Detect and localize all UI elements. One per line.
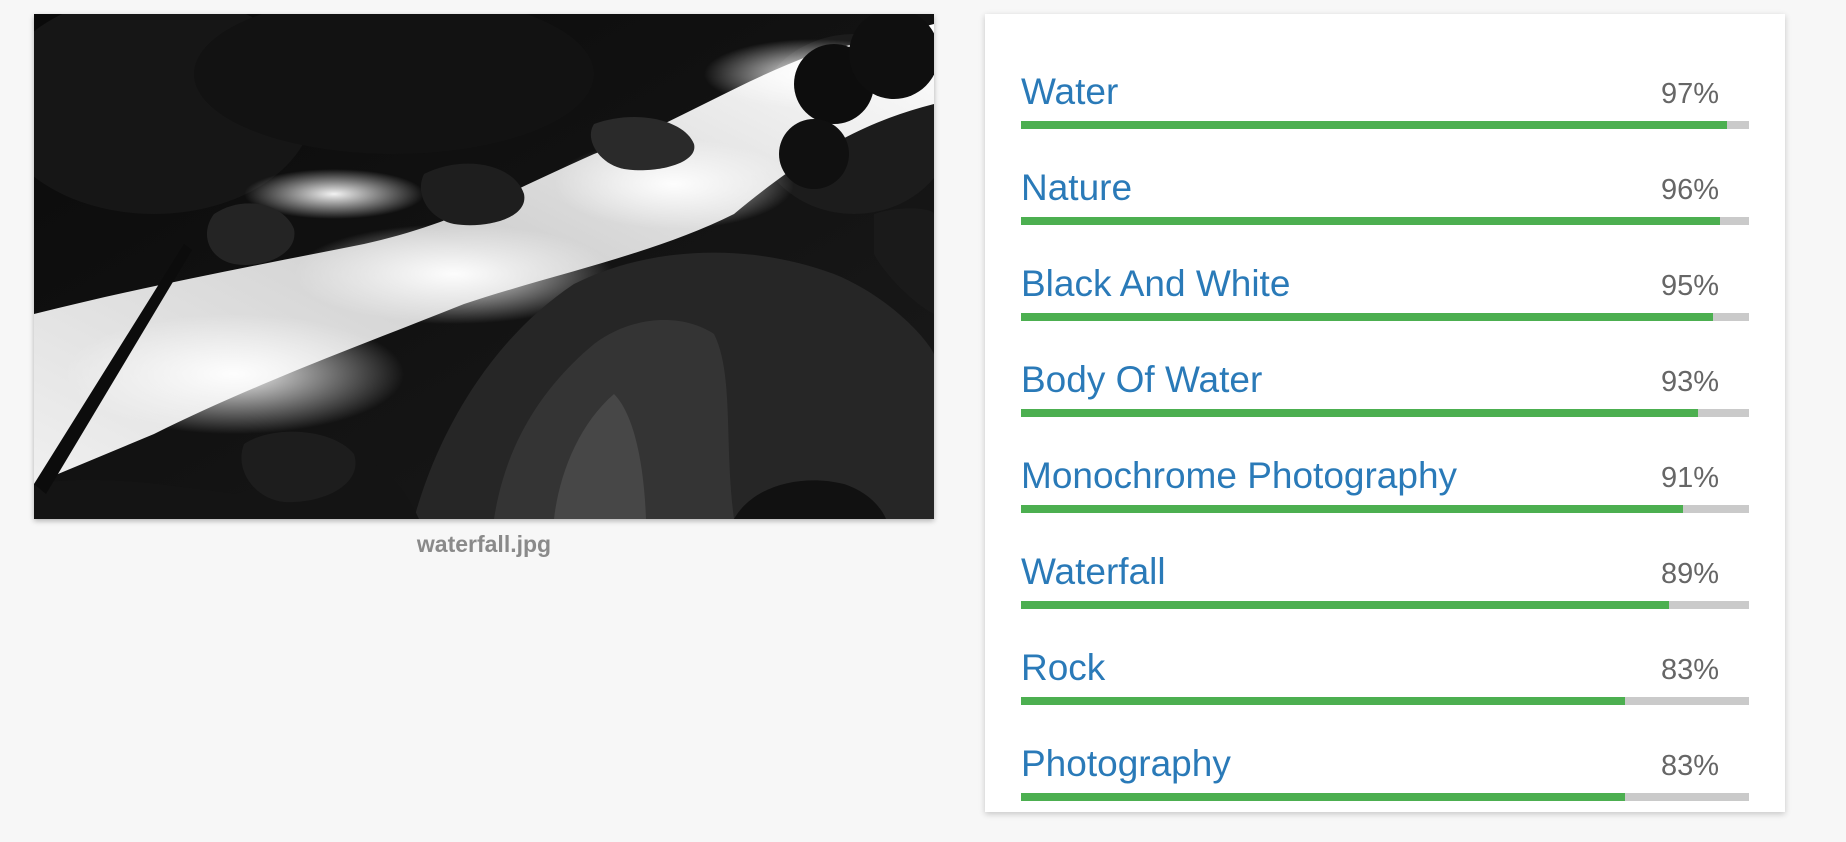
confidence-bar	[1021, 505, 1749, 513]
confidence-bar	[1021, 121, 1749, 129]
label-row: Body Of Water 93%	[1021, 358, 1749, 418]
label-name: Photography	[1021, 743, 1231, 784]
label-row: Photography 83%	[1021, 742, 1749, 802]
label-name: Waterfall	[1021, 551, 1166, 592]
waterfall-photo-graphic	[34, 14, 934, 519]
confidence-bar	[1021, 793, 1749, 801]
confidence-bar	[1021, 601, 1749, 609]
confidence-bar-fill	[1021, 697, 1626, 705]
label-score: 97%	[1660, 78, 1719, 110]
confidence-bar	[1021, 697, 1749, 705]
label-score: 95%	[1660, 270, 1719, 302]
label-row: Nature 96%	[1021, 166, 1749, 226]
confidence-bar	[1021, 217, 1749, 225]
waterfall-photo	[34, 14, 934, 519]
label-name: Water	[1021, 71, 1119, 112]
confidence-bar-fill	[1021, 217, 1720, 225]
label-row: Monochrome Photography 91%	[1021, 454, 1749, 514]
label-row: Rock 83%	[1021, 646, 1749, 706]
label-row: Waterfall 89%	[1021, 550, 1749, 610]
label-row: Black And White 95%	[1021, 262, 1749, 322]
confidence-bar-fill	[1021, 313, 1713, 321]
confidence-bar	[1021, 409, 1749, 417]
image-panel: waterfall.jpg	[34, 14, 934, 558]
label-score: 96%	[1660, 174, 1719, 206]
label-name: Body Of Water	[1021, 359, 1263, 400]
label-name: Monochrome Photography	[1021, 455, 1458, 496]
labels-card: Water 97% Nature 96% Black And White 95%…	[985, 14, 1785, 812]
confidence-bar-fill	[1021, 409, 1699, 417]
label-score: 83%	[1660, 750, 1719, 782]
label-name: Black And White	[1021, 263, 1291, 304]
label-name: Rock	[1021, 647, 1106, 688]
label-row: Water 97%	[1021, 70, 1749, 130]
image-filename: waterfall.jpg	[416, 531, 552, 557]
confidence-bar-fill	[1021, 793, 1626, 801]
label-score: 93%	[1660, 366, 1719, 398]
label-score: 91%	[1660, 462, 1719, 494]
confidence-bar-fill	[1021, 601, 1669, 609]
confidence-bar-fill	[1021, 121, 1728, 129]
label-score: 83%	[1660, 654, 1719, 686]
label-score: 89%	[1660, 558, 1719, 590]
confidence-bar-fill	[1021, 505, 1684, 513]
confidence-bar	[1021, 313, 1749, 321]
label-name: Nature	[1021, 167, 1133, 208]
